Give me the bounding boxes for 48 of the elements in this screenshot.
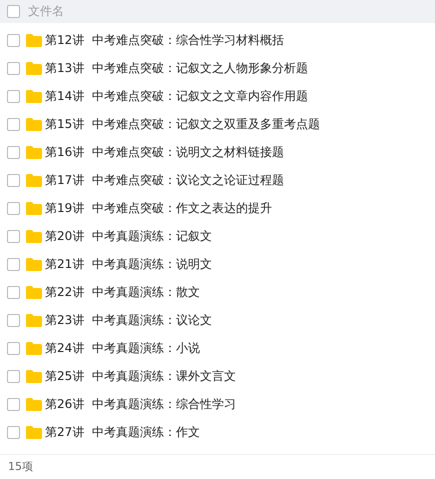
folder-icon [26, 34, 42, 46]
file-name[interactable]: 第12讲 中考难点突破：综合性学习材料概括 [45, 32, 284, 48]
column-header: 文件名 [28, 3, 64, 20]
row-checkbox[interactable] [7, 342, 20, 354]
folder-icon [26, 118, 42, 130]
file-name[interactable]: 第27讲 中考真题演练：作文 [45, 424, 200, 440]
file-name[interactable]: 第15讲 中考难点突破：记叙文之双重及多重考点题 [45, 116, 320, 132]
file-name[interactable]: 第14讲 中考难点突破：记叙文之文章内容作用题 [45, 88, 308, 104]
file-name[interactable]: 第20讲 中考真题演练：记叙文 [45, 228, 212, 244]
file-name[interactable]: 第19讲 中考难点突破：作文之表达的提升 [45, 200, 272, 216]
item-count: 15项 [8, 458, 33, 474]
row-checkbox[interactable] [7, 62, 20, 74]
file-name[interactable]: 第16讲 中考难点突破：说明文之材料链接题 [45, 144, 284, 160]
folder-icon [26, 146, 42, 158]
row-checkbox[interactable] [7, 258, 20, 270]
file-name[interactable]: 第13讲 中考难点突破：记叙文之人物形象分析题 [45, 60, 308, 76]
row-checkbox[interactable] [7, 90, 20, 102]
folder-icon [26, 258, 42, 270]
row-checkbox[interactable] [7, 398, 20, 410]
folder-icon [26, 398, 42, 410]
row-checkbox[interactable] [7, 202, 20, 214]
row-checkbox[interactable] [7, 370, 20, 382]
folder-icon [26, 230, 42, 242]
row-checkbox[interactable] [7, 34, 20, 46]
row-checkbox[interactable] [7, 118, 20, 130]
folder-icon [26, 314, 42, 326]
file-name[interactable]: 第21讲 中考真题演练：说明文 [45, 256, 212, 272]
file-name[interactable]: 第25讲 中考真题演练：课外文言文 [45, 368, 236, 384]
row-checkbox[interactable] [7, 174, 20, 186]
folder-icon [26, 286, 42, 298]
folder-icon [26, 370, 42, 382]
row-checkbox[interactable] [7, 286, 20, 298]
folder-icon [26, 202, 42, 214]
file-name[interactable]: 第26讲 中考真题演练：综合性学习 [45, 396, 236, 412]
folder-icon [26, 174, 42, 186]
folder-icon [26, 62, 42, 74]
row-checkbox[interactable] [7, 230, 20, 242]
select-all-checkbox[interactable] [7, 5, 20, 18]
folder-icon [26, 342, 42, 354]
file-name[interactable]: 第17讲 中考难点突破：议论文之论证过程题 [45, 172, 284, 188]
file-name[interactable]: 第23讲 中考真题演练：议论文 [45, 312, 212, 328]
row-checkbox[interactable] [7, 314, 20, 326]
folder-icon [26, 426, 42, 438]
row-checkbox[interactable] [7, 426, 20, 438]
folder-icon [26, 90, 42, 102]
file-name[interactable]: 第24讲 中考真题演练：小说 [45, 340, 200, 356]
row-checkbox[interactable] [7, 146, 20, 158]
file-name[interactable]: 第22讲 中考真题演练：散文 [45, 284, 200, 300]
